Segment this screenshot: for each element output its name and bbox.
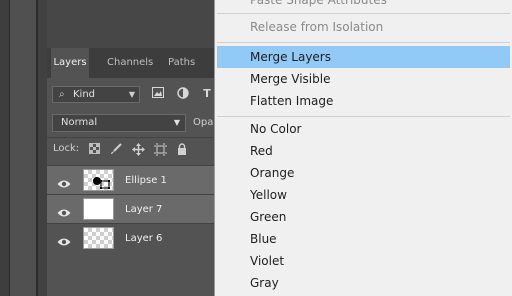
lock-position-icon[interactable] xyxy=(131,143,145,157)
chevron-down-icon: ▼ xyxy=(173,118,180,127)
blend-row: Normal ▼ Opa xyxy=(47,113,215,133)
artboard-nesting-icon[interactable] xyxy=(153,143,167,157)
menu-item-yellow[interactable]: Yellow xyxy=(217,184,510,206)
menu-item-no-color[interactable]: No Color xyxy=(217,118,510,140)
menu-separator xyxy=(217,42,510,43)
left-toolbar-strip xyxy=(0,0,10,296)
layer-name[interactable]: Layer 6 xyxy=(125,224,162,253)
tab-channels[interactable]: Channels xyxy=(101,48,159,78)
menu-item-blue[interactable]: Blue xyxy=(217,228,510,250)
search-icon: ⌕ xyxy=(59,89,65,100)
panel-dock-strip xyxy=(38,0,47,296)
layer-name[interactable]: Layer 7 xyxy=(125,195,162,224)
menu-separator xyxy=(217,116,510,117)
type-filter-icon[interactable]: T xyxy=(200,87,214,101)
menu-item-release-from-isolation: Release from Isolation xyxy=(250,20,384,34)
blend-mode-value: Normal xyxy=(61,117,98,128)
filter-kind-select[interactable]: ⌕ Kind ▼ xyxy=(52,86,140,103)
lock-row: Lock: xyxy=(47,140,215,162)
image-filter-icon[interactable] xyxy=(151,87,165,101)
menu-item-orange[interactable]: Orange xyxy=(217,162,510,184)
layers-panel: Layers Channels Paths ⌕ Kind ▼ T Normal … xyxy=(47,0,215,296)
lock-all-icon[interactable] xyxy=(175,143,189,157)
tab-layers[interactable]: Layers xyxy=(51,48,89,78)
menu-item-merge-layers[interactable]: Merge Layers xyxy=(217,46,510,68)
menu-item-flatten-image[interactable]: Flatten Image xyxy=(217,90,510,112)
canvas-gap xyxy=(10,0,36,296)
context-menu: Paste Shape Attributes Release from Isol… xyxy=(214,0,512,296)
layer-row-layer-7[interactable]: Layer 7 xyxy=(47,194,215,223)
panel-top-area xyxy=(47,0,215,48)
visibility-eye-icon[interactable] xyxy=(57,174,71,188)
lock-label: Lock: xyxy=(53,143,80,154)
filter-kind-label: Kind xyxy=(73,89,96,100)
layer-row-layer-6[interactable]: Layer 6 xyxy=(47,223,215,252)
adjustment-filter-icon[interactable] xyxy=(176,87,190,101)
menu-item-violet[interactable]: Violet xyxy=(217,250,510,272)
menu-item-green[interactable]: Green xyxy=(217,206,510,228)
layer-name[interactable]: Ellipse 1 xyxy=(125,166,167,195)
chevron-down-icon: ▼ xyxy=(128,90,135,99)
tab-paths[interactable]: Paths xyxy=(162,48,201,78)
panel-tabs: Layers Channels Paths xyxy=(47,48,215,78)
blend-mode-select[interactable]: Normal ▼ xyxy=(52,114,186,132)
menu-separator xyxy=(217,13,510,14)
menu-item-red[interactable]: Red xyxy=(217,140,510,162)
opacity-label: Opa xyxy=(193,117,214,128)
menu-item-merge-visible[interactable]: Merge Visible xyxy=(217,68,510,90)
lock-transparent-pixels-icon[interactable] xyxy=(87,143,101,157)
filter-row: ⌕ Kind ▼ T xyxy=(47,84,215,106)
menu-item-paste-shape-attributes: Paste Shape Attributes xyxy=(250,0,387,7)
menu-item-gray[interactable]: Gray xyxy=(217,272,510,294)
visibility-eye-icon[interactable] xyxy=(57,203,71,217)
layer-thumbnail xyxy=(83,198,114,220)
divider xyxy=(47,137,215,138)
layer-row-ellipse-1[interactable]: Ellipse 1 xyxy=(47,165,215,194)
layer-thumbnail xyxy=(83,227,114,249)
lock-image-pixels-icon[interactable] xyxy=(109,143,123,157)
visibility-eye-icon[interactable] xyxy=(57,232,71,246)
layer-thumbnail xyxy=(83,169,114,191)
